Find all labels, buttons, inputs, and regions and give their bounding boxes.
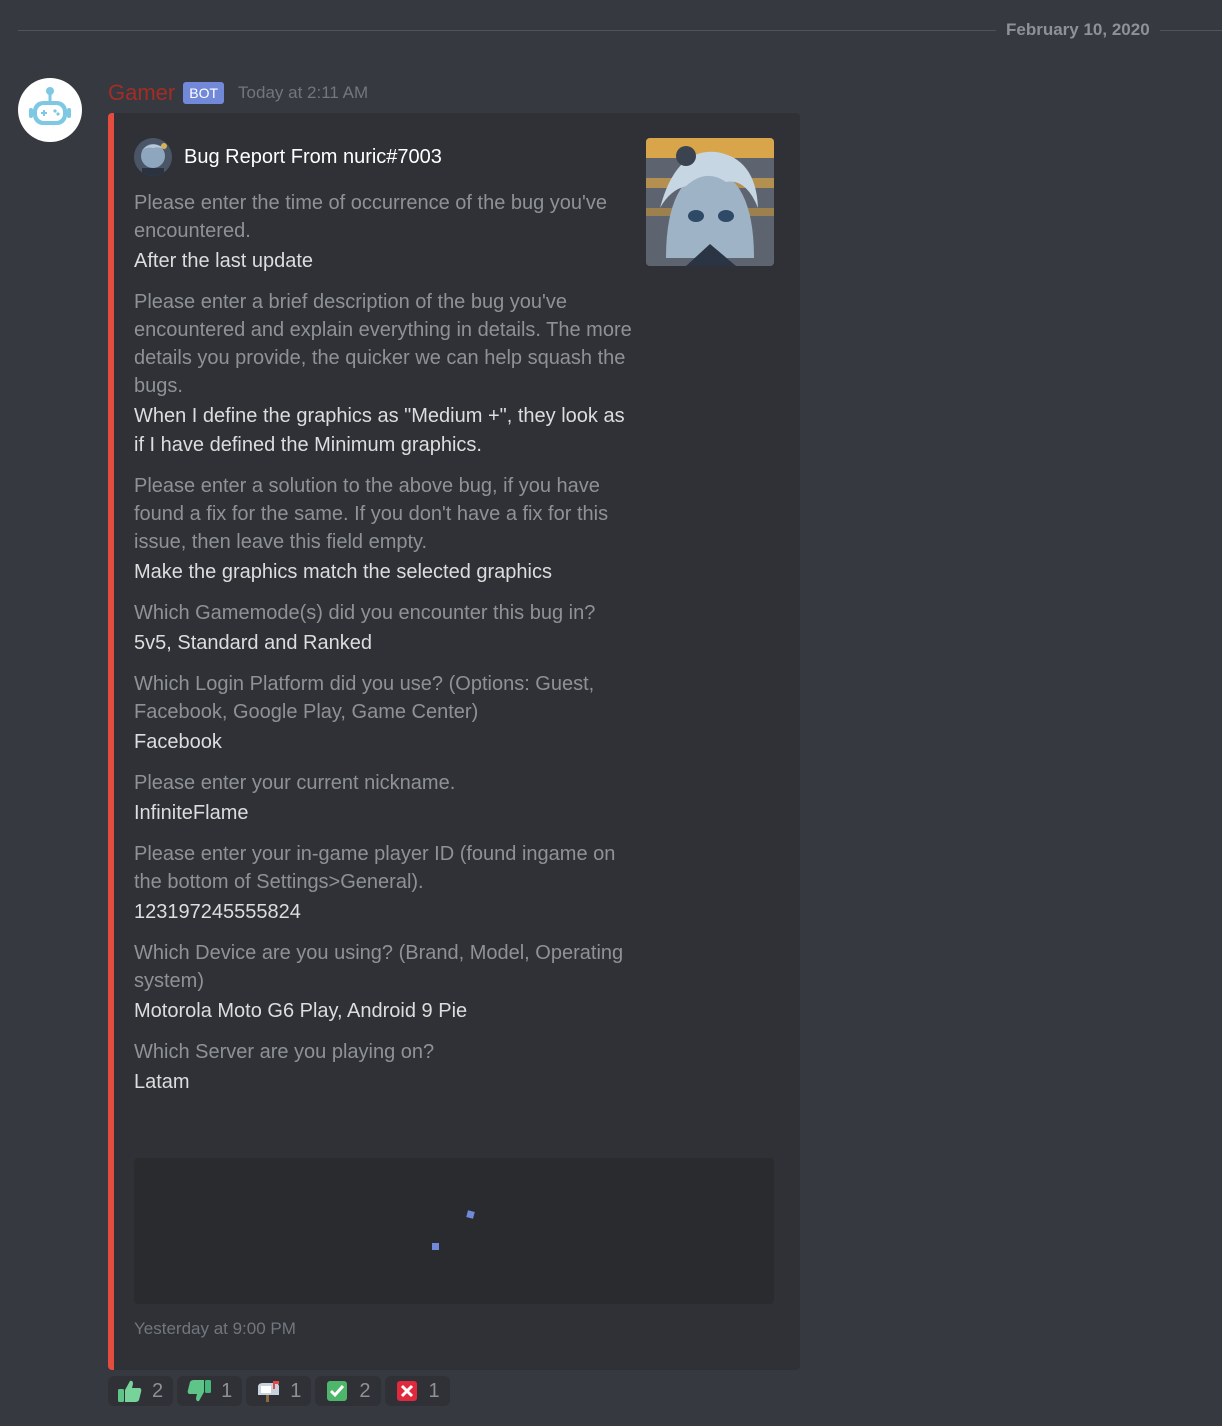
reaction-thumbs-up[interactable]: 2: [108, 1376, 174, 1406]
thumbs-up-icon: [116, 1379, 144, 1403]
cross-mark-icon: [393, 1379, 421, 1403]
embed-thumbnail[interactable]: [646, 138, 774, 266]
embed-field: Which Login Platform did you use? (Optio…: [134, 670, 634, 757]
embed-field: Please enter your in-game player ID (fou…: [134, 840, 634, 927]
field-value: 123197245555824: [134, 901, 301, 923]
reaction-cross-mark[interactable]: 1: [384, 1376, 450, 1406]
field-value: When I define the graphics as "Medium +"…: [134, 405, 625, 456]
field-value: Facebook: [134, 731, 222, 753]
bot-avatar[interactable]: [18, 78, 82, 142]
reaction-mailbox[interactable]: 1: [246, 1376, 312, 1406]
reaction-count: 2: [359, 1379, 371, 1402]
field-name: Which Gamemode(s) did you encounter this…: [134, 602, 596, 624]
field-name: Which Login Platform did you use? (Optio…: [134, 673, 595, 723]
embed-footer: Yesterday at 9:00 PM: [134, 1319, 296, 1338]
field-name: Which Server are you playing on?: [134, 1041, 435, 1063]
field-name: Please enter a solution to the above bug…: [134, 475, 609, 553]
reaction-thumbs-down[interactable]: 1: [177, 1376, 243, 1406]
message-timestamp: Today at 2:11 AM: [238, 83, 369, 102]
author-avatar-icon: [134, 138, 172, 176]
loading-dot: [432, 1243, 439, 1250]
field-value: Motorola Moto G6 Play, Android 9 Pie: [134, 1000, 468, 1022]
reaction-check-mark[interactable]: 2: [315, 1376, 381, 1406]
embed-field: Which Server are you playing on? Latam: [134, 1038, 634, 1097]
bug-report-embed: Bug Report From nuric#7003 Please enter …: [108, 113, 800, 1370]
field-name: Which Device are you using? (Brand, Mode…: [134, 942, 624, 992]
field-value: Latam: [134, 1071, 190, 1093]
field-value: Make the graphics match the selected gra…: [134, 561, 552, 583]
field-name: Please enter your in-game player ID (fou…: [134, 843, 616, 893]
thumbs-down-icon: [185, 1379, 213, 1403]
reaction-count: 2: [152, 1379, 164, 1402]
embed-author: Bug Report From nuric#7003: [134, 138, 442, 176]
field-name: Please enter the time of occurrence of t…: [134, 192, 607, 242]
embed-field: Which Gamemode(s) did you encounter this…: [134, 599, 634, 658]
loading-dot: [466, 1210, 475, 1219]
embed-image-loading[interactable]: [134, 1158, 774, 1304]
bot-tag: BOT: [183, 82, 225, 104]
field-value: InfiniteFlame: [134, 802, 249, 824]
divider-date: February 10, 2020: [996, 18, 1160, 42]
reaction-count: 1: [290, 1379, 302, 1402]
reactions-bar: 2 1 1 2 1: [108, 1376, 450, 1406]
field-value: After the last update: [134, 250, 314, 272]
embed-field: Please enter your current nickname. Infi…: [134, 769, 634, 828]
embed-author-name: Bug Report From nuric#7003: [184, 145, 442, 168]
field-name: Please enter your current nickname.: [134, 772, 456, 794]
embed-fields: Please enter the time of occurrence of t…: [134, 189, 634, 1109]
embed-field: Please enter a brief description of the …: [134, 288, 634, 460]
check-mark-icon: [323, 1379, 351, 1403]
embed-field: Which Device are you using? (Brand, Mode…: [134, 939, 634, 1026]
reaction-count: 1: [221, 1379, 233, 1402]
username[interactable]: Gamer: [108, 80, 175, 106]
embed-field: Please enter a solution to the above bug…: [134, 472, 634, 587]
message-header: Gamer BOT Today at 2:11 AM: [108, 78, 368, 108]
reaction-count: 1: [428, 1379, 440, 1402]
mailbox-icon: [254, 1379, 282, 1403]
field-value: 5v5, Standard and Ranked: [134, 632, 372, 654]
field-name: Please enter a brief description of the …: [134, 291, 632, 397]
embed-field: Please enter the time of occurrence of t…: [134, 189, 634, 276]
robot-icon: [23, 83, 77, 137]
